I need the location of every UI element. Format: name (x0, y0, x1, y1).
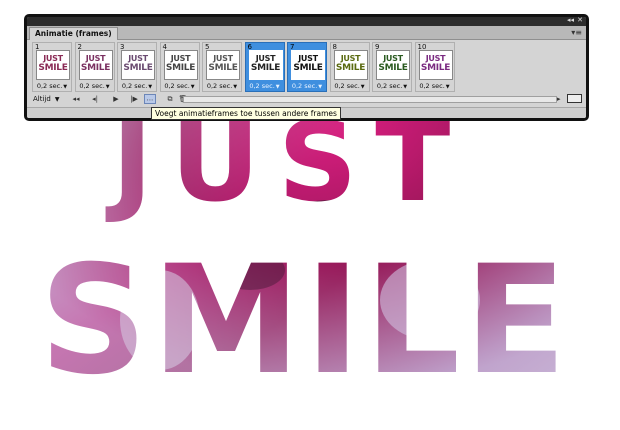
frame-delay: 0,2 sec. (206, 82, 233, 90)
frame-delay-select[interactable]: 0,2 sec.▼ (161, 81, 199, 92)
frame-8[interactable]: 8 JUST SMILE 0,2 sec.▼ (329, 42, 370, 92)
frame-delay: 0,2 sec. (36, 82, 63, 90)
panel-tab-row: Animatie (frames) ▾≡ (27, 26, 586, 40)
panel-titlebar[interactable]: ◂◂ ✕ (27, 17, 586, 26)
frame-6[interactable]: 6 JUST SMILE 0,2 sec.▼ (244, 42, 285, 92)
thumbnail-line-2: SMILE (80, 63, 111, 73)
thumbnail-line-2: SMILE (378, 63, 408, 73)
frame-2[interactable]: 2 JUST SMILE 0,2 sec.▼ (74, 42, 115, 92)
frame-7[interactable]: 7 JUST SMILE 0,2 sec.▼ (287, 42, 327, 92)
double-chevron-icon[interactable]: ◂◂ (567, 17, 574, 25)
next-frame-icon[interactable]: |▶ (128, 94, 140, 104)
thumbnail-line-2: SMILE (165, 63, 196, 73)
chevron-down-icon: ▼ (275, 84, 280, 90)
chevron-down-icon: ▼ (403, 84, 408, 90)
frame-delay: 0,2 sec. (79, 82, 105, 90)
frame-delay: 0,2 sec. (121, 82, 148, 90)
scroll-right-icon[interactable]: ▸ (557, 94, 561, 104)
thumbnail-line-2: SMILE (420, 63, 451, 73)
thumbnail-line-1: JUST (170, 54, 191, 63)
chevron-down-icon: ▼ (54, 96, 60, 103)
frame-thumbnail: JUST SMILE (78, 50, 113, 80)
frame-delay: 0,2 sec. (249, 82, 275, 90)
frame-thumbnail: JUST SMILE (291, 50, 325, 80)
frame-9[interactable]: 9 JUST SMILE 0,2 sec.▼ (372, 42, 412, 92)
artwork-line-2: SMILE (39, 234, 570, 408)
frame-1[interactable]: 1 JUST SMILE 0,2 sec.▼ (32, 42, 72, 92)
frame-thumbnail: JUST SMILE (248, 50, 283, 80)
chevron-down-icon: ▼ (63, 84, 68, 90)
frame-delay-select[interactable]: 0,2 sec.▼ (118, 81, 156, 92)
frame-delay-select[interactable]: 0,2 sec.▼ (76, 81, 114, 92)
previous-frame-icon[interactable]: ◂| (89, 94, 101, 104)
frame-thumbnail: JUST SMILE (206, 50, 240, 80)
thumbnail-line-1: JUST (85, 54, 106, 63)
duplicate-frame-icon[interactable]: ⧉ (164, 94, 176, 104)
close-icon[interactable]: ✕ (577, 17, 583, 25)
frame-delay: 0,2 sec. (291, 82, 318, 90)
thumbnail-line-2: SMILE (123, 63, 153, 73)
animation-toolbar: Altijd▼ ◂◂ ◂| ▶ |▶ ⋯ ⧉ 🗑 ▸ (27, 94, 586, 106)
chevron-down-icon: ▼ (190, 84, 195, 90)
frame-delay: 0,2 sec. (334, 82, 360, 90)
frame-delay-select[interactable]: 0,2 sec.▼ (246, 81, 284, 92)
frame-thumbnail: JUST SMILE (418, 50, 453, 80)
animation-panel: ◂◂ ✕ Animatie (frames) ▾≡ 1 JUST SMILE 0,2 … (24, 14, 589, 121)
frame-thumbnail: JUST SMILE (121, 50, 155, 80)
thumbnail-line-1: JUST (43, 54, 63, 63)
chevron-down-icon: ▼ (360, 84, 365, 90)
tween-icon[interactable]: ⋯ (144, 94, 156, 104)
play-icon[interactable]: ▶ (110, 94, 122, 104)
thumbnail-line-2: SMILE (250, 63, 281, 73)
chevron-down-icon: ▼ (445, 84, 450, 90)
loop-options-select[interactable]: Altijd ▼ (33, 94, 59, 104)
thumbnail-line-1: JUST (255, 54, 276, 63)
thumbnail-line-1: JUST (128, 54, 148, 63)
thumbnail-line-1: JUST (213, 54, 233, 63)
chevron-down-icon: ▼ (318, 84, 323, 90)
frame-delay-select[interactable]: 0,2 sec.▼ (203, 81, 241, 92)
frame-delay: 0,2 sec. (164, 82, 190, 90)
thumbnail-line-1: JUST (425, 54, 446, 63)
frame-delay-select[interactable]: 0,2 sec.▼ (416, 81, 454, 92)
frame-4[interactable]: 4 JUST SMILE 0,2 sec.▼ (159, 42, 200, 92)
frame-delay-select[interactable]: 0,2 sec.▼ (331, 81, 369, 92)
frame-thumbnail: JUST SMILE (376, 50, 410, 80)
frame-thumbnail: JUST SMILE (36, 50, 70, 80)
frame-delay-select[interactable]: 0,2 sec.▼ (288, 81, 326, 92)
panel-menu-icon[interactable]: ▾≡ (571, 26, 582, 39)
frame-10[interactable]: 10 JUST SMILE 0,2 sec.▼ (414, 42, 455, 92)
thumbnail-line-1: JUST (340, 54, 361, 63)
loop-options-label: Altijd (33, 95, 51, 103)
frame-scrollbar[interactable] (183, 96, 557, 103)
frame-3[interactable]: 3 JUST SMILE 0,2 sec.▼ (117, 42, 157, 92)
tween-tooltip: Voegt animatieframes toe tussen andere f… (151, 107, 341, 120)
frame-5[interactable]: 5 JUST SMILE 0,2 sec.▼ (202, 42, 242, 92)
frame-thumbnail: JUST SMILE (163, 50, 198, 80)
chevron-down-icon: ▼ (148, 84, 153, 90)
thumbnail-line-2: SMILE (38, 63, 68, 73)
thumbnail-line-1: JUST (383, 54, 403, 63)
convert-to-timeline-button[interactable] (567, 94, 582, 103)
frame-delay: 0,2 sec. (376, 82, 403, 90)
thumbnail-line-1: JUST (298, 54, 318, 63)
frame-thumbnail: JUST SMILE (333, 50, 368, 80)
chevron-down-icon: ▼ (233, 84, 238, 90)
thumbnail-line-2: SMILE (208, 63, 238, 73)
frame-delay: 0,2 sec. (419, 82, 445, 90)
frame-delay-select[interactable]: 0,2 sec.▼ (373, 81, 411, 92)
thumbnail-line-2: SMILE (293, 63, 323, 73)
tab-animation-frames[interactable]: Animatie (frames) (29, 27, 118, 40)
thumbnail-line-2: SMILE (335, 63, 366, 73)
chevron-down-icon: ▼ (105, 84, 110, 90)
frame-delay-select[interactable]: 0,2 sec.▼ (33, 81, 71, 92)
first-frame-icon[interactable]: ◂◂ (70, 94, 82, 104)
